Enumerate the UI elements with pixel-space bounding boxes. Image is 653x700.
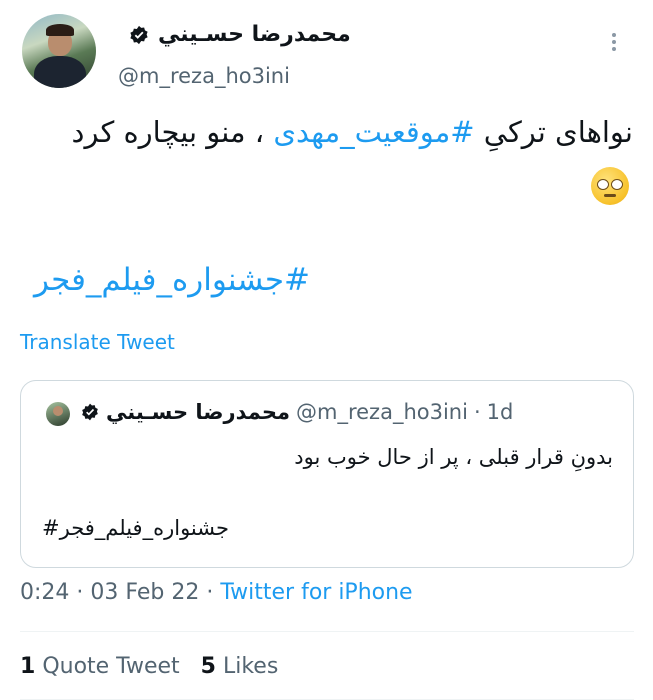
- rolling-eyes-emoji-icon: [591, 167, 629, 205]
- quote-tweets-stat[interactable]: 1 Quote Tweet: [20, 654, 180, 679]
- author-display-name[interactable]: محمدرضا حسـيني: [158, 22, 351, 47]
- tweet-meta: 0:24 · 03 Feb 22 · Twitter for iPhone: [20, 580, 413, 605]
- likes-stat[interactable]: 5 Likes: [201, 654, 279, 679]
- author-handle[interactable]: @m_reza_ho3ini: [118, 64, 290, 88]
- meta-separator: ·: [206, 580, 214, 605]
- tweet-text-before: نواهای ترکیِ: [474, 115, 633, 149]
- quoted-separator: ·: [473, 400, 481, 424]
- tweet-time[interactable]: 0:24: [20, 580, 69, 605]
- hashtag-link-fajr[interactable]: #جشنواره_فیلم_فجر: [34, 262, 310, 298]
- translate-tweet-link[interactable]: Translate Tweet: [20, 330, 175, 354]
- author-name-row[interactable]: محمدرضا حسـيني: [128, 22, 351, 47]
- hashtag-link-inline[interactable]: #موقعیت_مهدی: [273, 115, 474, 149]
- divider: [20, 631, 634, 632]
- quoted-tweet-header: محمدرضا حسـيني @m_reza_ho3ini · 1d: [80, 400, 513, 424]
- tweet-date[interactable]: 03 Feb 22: [90, 580, 199, 605]
- quote-label: Quote Tweet: [42, 654, 180, 679]
- quoted-tweet-hashtag: #جشنواره_فیلم_فجر: [42, 516, 229, 540]
- quote-count: 1: [20, 654, 36, 679]
- tweet-text-after: ، منو بیچاره کرد: [71, 115, 274, 149]
- hashtag-line: #جشنواره_فیلم_فجر: [34, 262, 653, 298]
- quoted-tweet-age: 1d: [486, 400, 514, 424]
- tweet-source-link[interactable]: Twitter for iPhone: [220, 580, 412, 605]
- meta-separator: ·: [76, 580, 84, 605]
- tweet-text: نواهای ترکیِ #موقعیت_مهدی ، منو بیچاره ک…: [33, 106, 633, 210]
- author-avatar[interactable]: [22, 14, 96, 88]
- verified-badge-icon: [82, 403, 98, 421]
- likes-count: 5: [200, 654, 216, 679]
- quoted-author-avatar: [46, 402, 70, 426]
- quoted-author-name: محمدرضا حسـيني: [106, 400, 290, 424]
- likes-label: Likes: [222, 654, 279, 679]
- more-options-icon[interactable]: [612, 30, 618, 54]
- verified-badge-icon: [130, 25, 148, 44]
- quoted-tweet-text: بدونِ قرار قبلی ، پر از حال خوب بود: [294, 445, 613, 469]
- quoted-author-handle: @m_reza_ho3ini: [296, 400, 468, 424]
- tweet-stats: 1 Quote Tweet 5 Likes: [20, 654, 278, 679]
